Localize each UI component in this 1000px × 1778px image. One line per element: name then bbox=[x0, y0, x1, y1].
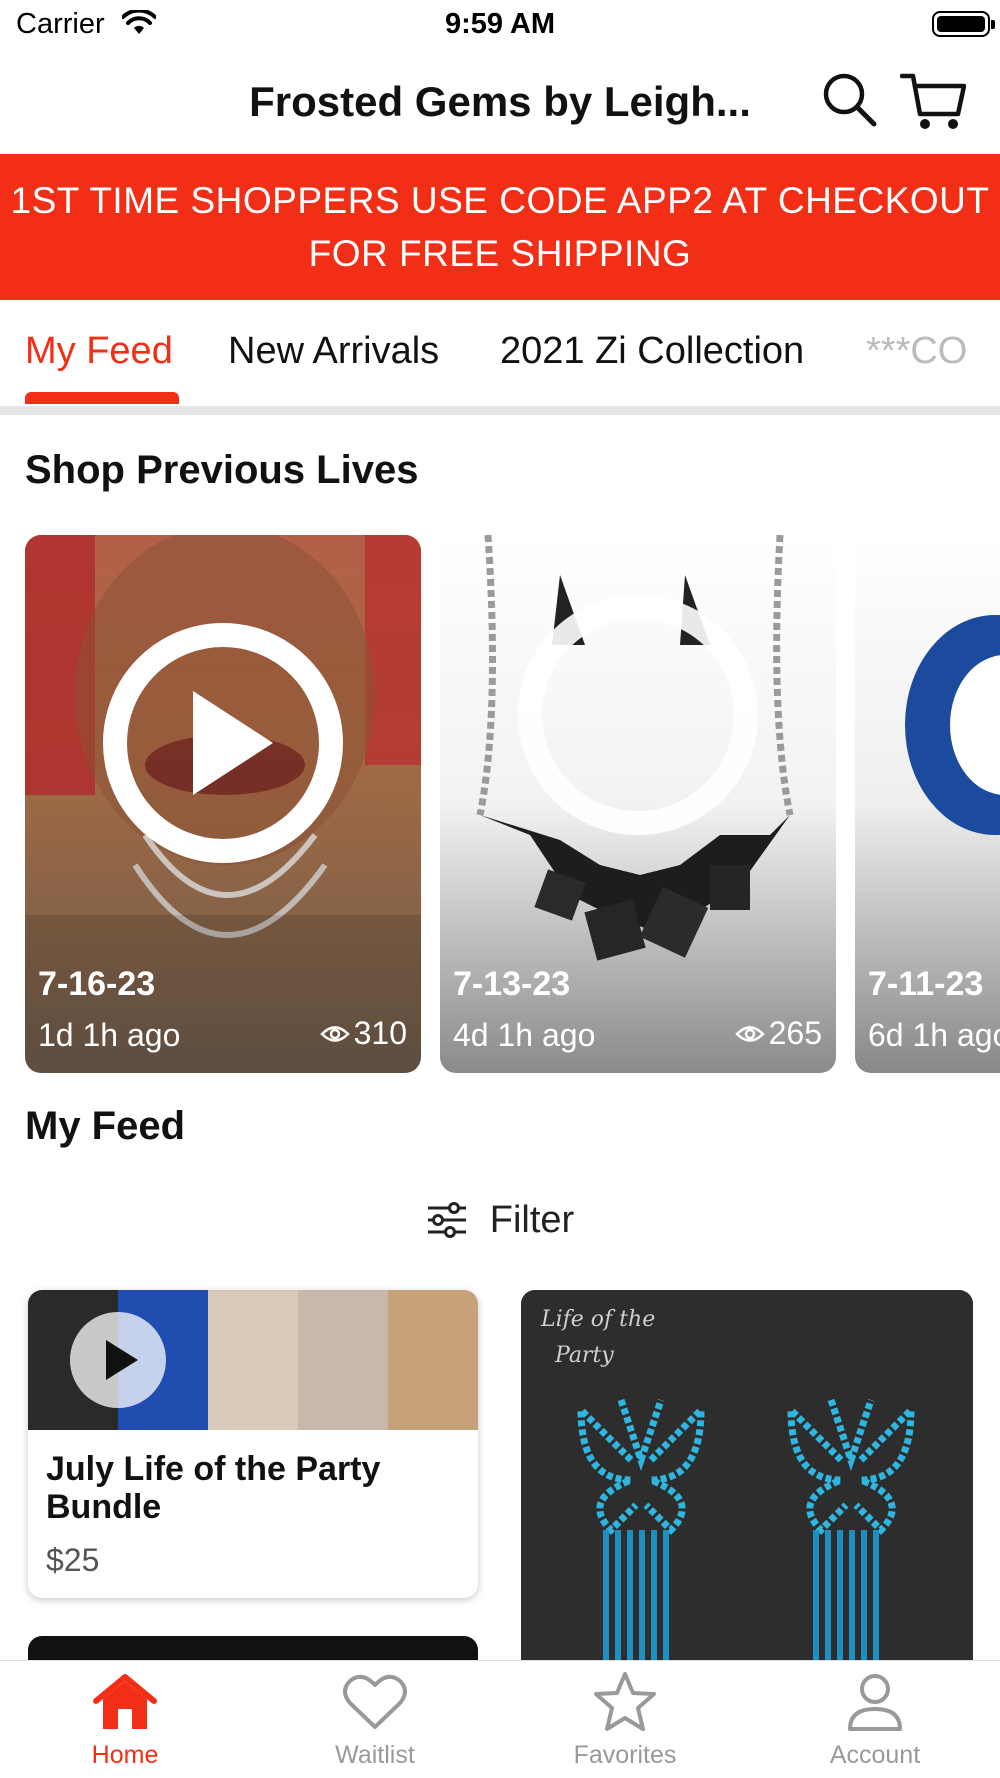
promo-banner[interactable]: 1ST TIME SHOPPERS USE CODE APP2 AT CHECK… bbox=[0, 154, 1000, 300]
filter-icon bbox=[427, 1202, 466, 1238]
live-time-ago: 4d 1h ago bbox=[453, 1017, 596, 1053]
live-views: 310 bbox=[319, 1015, 407, 1052]
clock: 9:59 AM bbox=[444, 8, 556, 40]
live-time-ago: 1d 1h ago bbox=[38, 1017, 181, 1053]
tab-label: Account bbox=[829, 1741, 921, 1769]
filter-button[interactable]: Filter bbox=[0, 1195, 1000, 1245]
view-count: 265 bbox=[768, 1015, 822, 1051]
live-card[interactable]: 7-13-23 4d 1h ago 265 bbox=[440, 535, 836, 1073]
active-tab-indicator bbox=[25, 392, 179, 404]
play-icon[interactable] bbox=[70, 1312, 166, 1408]
tab-label: Home bbox=[91, 1741, 159, 1769]
tab-home[interactable]: Home bbox=[0, 1661, 250, 1778]
tab-favorites[interactable]: Favorites bbox=[500, 1661, 750, 1778]
my-feed-title: My Feed bbox=[25, 1104, 186, 1148]
bottom-tab-bar: Home Waitlist Favorites Account bbox=[0, 1660, 1000, 1778]
category-tabs: My Feed New Arrivals 2021 Zi Collection … bbox=[0, 300, 1000, 410]
tab-label: Waitlist bbox=[335, 1741, 415, 1769]
live-time-ago: 6d 1h ago bbox=[868, 1017, 1000, 1053]
battery-icon bbox=[932, 11, 995, 37]
status-bar: Carrier 9:59 AM bbox=[0, 0, 1000, 50]
tab-label: Favorites bbox=[573, 1741, 677, 1769]
eye-icon bbox=[319, 1025, 350, 1042]
store-title: Frosted Gems by Leigh... bbox=[249, 78, 751, 125]
live-views: 265 bbox=[734, 1015, 822, 1052]
promo-line-1: 1ST TIME SHOPPERS USE CODE APP2 AT CHECK… bbox=[10, 180, 990, 221]
nav-bar: Frosted Gems by Leigh... bbox=[0, 52, 1000, 154]
filter-label: Filter bbox=[489, 1198, 575, 1241]
person-icon bbox=[848, 1674, 902, 1731]
cart-icon[interactable] bbox=[900, 70, 966, 132]
search-icon[interactable] bbox=[822, 72, 878, 128]
promo-line-2: FOR FREE SHIPPING bbox=[308, 233, 692, 274]
tab-partial[interactable]: ***CO bbox=[866, 330, 967, 373]
live-card[interactable]: 7-16-23 1d 1h ago 310 bbox=[25, 535, 421, 1073]
tab-2021-zi-collection[interactable]: 2021 Zi Collection bbox=[500, 330, 804, 373]
tab-my-feed[interactable]: My Feed bbox=[25, 330, 173, 373]
live-card[interactable]: 7-11-23 6d 1h ago bbox=[855, 535, 1000, 1073]
view-count: 310 bbox=[353, 1015, 407, 1051]
product-card[interactable]: Life of the Party bbox=[521, 1290, 973, 1690]
shop-previous-lives-title: Shop Previous Lives bbox=[25, 448, 419, 492]
home-icon bbox=[93, 1674, 157, 1729]
live-date: 7-11-23 bbox=[868, 965, 984, 1003]
eye-icon bbox=[734, 1025, 765, 1042]
tab-waitlist[interactable]: Waitlist bbox=[250, 1661, 500, 1778]
previous-lives-carousel[interactable]: 7-16-23 1d 1h ago 310 7-13-23 4d 1h ago … bbox=[0, 535, 1000, 1075]
tab-new-arrivals[interactable]: New Arrivals bbox=[228, 330, 439, 373]
product-price: $25 bbox=[46, 1542, 100, 1578]
product-card[interactable]: July Life of the Party Bundle $25 bbox=[28, 1290, 478, 1598]
star-icon bbox=[594, 1672, 656, 1731]
play-icon[interactable] bbox=[101, 621, 345, 865]
product-name: July Life of the Party Bundle bbox=[46, 1450, 381, 1526]
divider bbox=[0, 406, 1000, 415]
live-date: 7-16-23 bbox=[38, 965, 156, 1003]
tab-account[interactable]: Account bbox=[750, 1661, 1000, 1778]
heart-icon bbox=[343, 1674, 407, 1729]
brand-watermark: Life of the Party bbox=[541, 1307, 656, 1368]
live-date: 7-13-23 bbox=[453, 965, 571, 1003]
